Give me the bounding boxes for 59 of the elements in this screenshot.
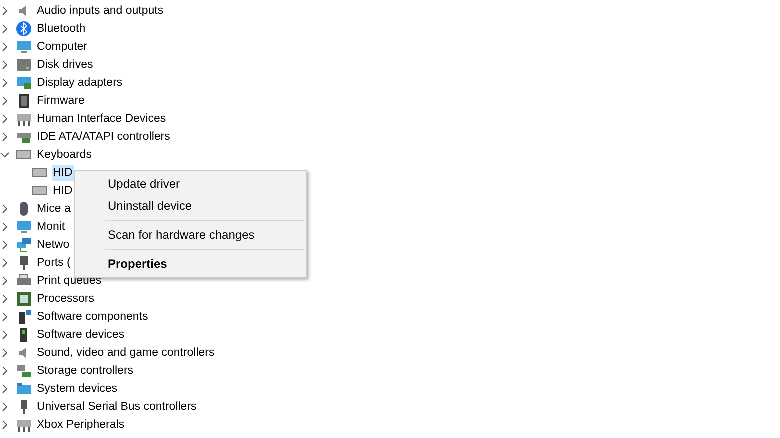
- tree-item[interactable]: Netwo: [36, 237, 71, 253]
- tree-item[interactable]: Monit: [36, 219, 66, 235]
- keyboard-icon: [16, 111, 32, 127]
- expand-chevron-icon[interactable]: [0, 276, 10, 286]
- tree-item[interactable]: Audio inputs and outputs: [36, 3, 165, 19]
- collapse-chevron-icon[interactable]: [0, 150, 10, 160]
- expand-chevron-icon[interactable]: [0, 366, 10, 376]
- bluetooth-icon: [16, 21, 32, 37]
- tree-item[interactable]: Computer: [36, 39, 88, 55]
- menu-item[interactable]: Update driver: [75, 173, 306, 195]
- tree-item[interactable]: Human Interface Devices: [36, 111, 168, 127]
- expand-chevron-icon[interactable]: [0, 240, 10, 250]
- expand-chevron-icon[interactable]: [0, 294, 10, 304]
- tree-item[interactable]: Print queues: [36, 273, 103, 289]
- expand-chevron-icon[interactable]: [0, 6, 10, 16]
- expand-chevron-icon[interactable]: [0, 384, 10, 394]
- expand-chevron-icon[interactable]: [0, 312, 10, 322]
- expand-chevron-icon[interactable]: [0, 78, 10, 88]
- tree-item[interactable]: Ports (: [36, 255, 72, 271]
- tree-item[interactable]: Sound, video and game controllers: [36, 345, 216, 361]
- tree-item[interactable]: System devices: [36, 381, 119, 397]
- expand-chevron-icon[interactable]: [0, 258, 10, 268]
- keyboard-icon: [16, 417, 32, 433]
- tower-icon: [16, 309, 32, 325]
- tree-item[interactable]: HID: [52, 165, 74, 181]
- tree-item[interactable]: Disk drives: [36, 57, 94, 73]
- drive-icon: [16, 57, 32, 73]
- tree-item[interactable]: Processors: [36, 291, 96, 307]
- expand-chevron-icon[interactable]: [0, 60, 10, 70]
- tree-item[interactable]: Mice a: [36, 201, 72, 217]
- expand-chevron-icon[interactable]: [0, 42, 10, 52]
- chip-icon: [16, 93, 32, 109]
- tree-item[interactable]: Bluetooth: [36, 21, 87, 37]
- expand-chevron-icon[interactable]: [0, 204, 10, 214]
- expand-chevron-icon[interactable]: [0, 114, 10, 124]
- chip-icon: [16, 291, 32, 307]
- card-icon: [16, 363, 32, 379]
- expand-chevron-icon[interactable]: [0, 96, 10, 106]
- tree-item[interactable]: Storage controllers: [36, 363, 135, 379]
- menu-item[interactable]: Scan for hardware changes: [75, 224, 306, 246]
- tree-item[interactable]: Firmware: [36, 93, 86, 109]
- tree-item[interactable]: Software devices: [36, 327, 126, 343]
- expand-chevron-icon[interactable]: [0, 402, 10, 412]
- tree-item[interactable]: HID: [52, 183, 74, 199]
- expand-chevron-icon[interactable]: [0, 420, 10, 430]
- tree-item[interactable]: Software components: [36, 309, 150, 325]
- expand-chevron-icon[interactable]: [0, 348, 10, 358]
- tree-item[interactable]: Display adapters: [36, 75, 124, 91]
- tree-item[interactable]: Keyboards: [36, 147, 93, 163]
- tree-item[interactable]: Universal Serial Bus controllers: [36, 399, 198, 415]
- expand-chevron-icon[interactable]: [0, 24, 10, 34]
- network-icon: [16, 237, 32, 253]
- expand-chevron-icon[interactable]: [0, 330, 10, 340]
- tree-item[interactable]: IDE ATA/ATAPI controllers: [36, 129, 172, 145]
- expand-chevron-icon[interactable]: [0, 222, 10, 232]
- tree-item[interactable]: Xbox Peripherals: [36, 417, 126, 433]
- menu-item[interactable]: Properties: [75, 253, 306, 275]
- expand-chevron-icon[interactable]: [0, 132, 10, 142]
- menu-item[interactable]: Uninstall device: [75, 195, 306, 217]
